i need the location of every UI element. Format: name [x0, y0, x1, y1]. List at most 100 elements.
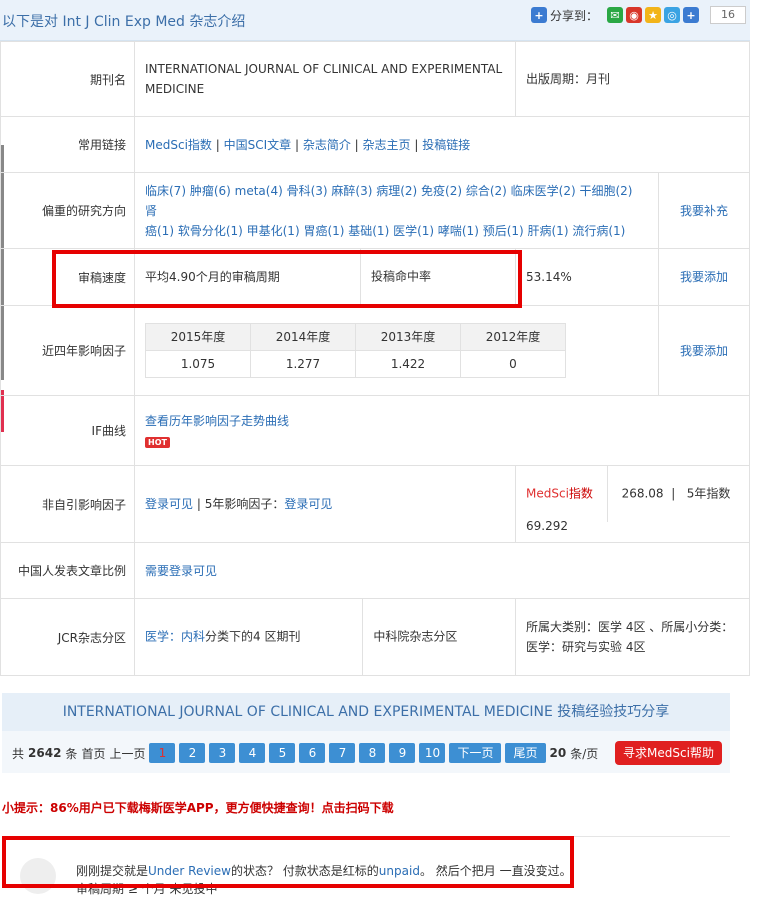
chinese-ratio-login-link[interactable]: 需要登录可见	[145, 564, 217, 578]
supplement-link-label[interactable]: 我要补充	[680, 204, 728, 218]
row-label: 近四年影响因子	[0, 305, 135, 396]
if-value: 1.422	[355, 350, 461, 378]
page-6[interactable]: 6	[299, 743, 326, 763]
page-1[interactable]: 1	[149, 743, 176, 763]
divider	[2, 836, 730, 837]
link-submission[interactable]: 投稿链接	[422, 138, 470, 152]
cas-value: 所属大类别：医学 4区 、所属小分类： 医学：研究与实验 4区	[515, 598, 750, 676]
impact-factor-row: 近四年影响因子 2015年度 2014年度 2013年度 2012年度 1.07…	[0, 305, 750, 396]
medsci-index-cell: MedSci指数 268.08 | 5年指数69.292	[515, 465, 750, 543]
add-review-link[interactable]: 我要添加	[658, 248, 750, 306]
comment-text-line2: 审稿周期 ≥ 个月 未见投中	[76, 882, 218, 896]
if-year: 2014年度	[250, 323, 356, 351]
publication-frequency: 出版周期：月刊	[515, 41, 750, 117]
cas-line2: 医学：研究与实验 4区	[526, 640, 646, 654]
login-visible-link[interactable]: 登录可见	[145, 497, 193, 511]
total-prefix: 共	[12, 746, 25, 761]
weibo-icon[interactable]: ◉	[626, 7, 642, 23]
jcr-row: JCR杂志分区 医学：内科分类下的4 区期刊 中科院杂志分区 所属大类别：医学 …	[0, 598, 750, 676]
if-year: 2012年度	[460, 323, 566, 351]
nonself-if-value: 登录可见 | 5年影响因子：登录可见	[134, 465, 516, 543]
supplement-link[interactable]: 我要补充	[658, 172, 750, 249]
row-label: 期刊名	[0, 41, 135, 117]
frequency-value: 月刊	[586, 72, 611, 86]
jcr-zone-text: 分类下的4 区期刊	[205, 629, 301, 644]
per-page-suffix: 条/页	[570, 746, 599, 761]
experience-title: INTERNATIONAL JOURNAL OF CLINICAL AND EX…	[2, 693, 730, 731]
page-8[interactable]: 8	[359, 743, 386, 763]
impact-factor-table: 2015年度 2014年度 2013年度 2012年度 1.075 1.277 …	[145, 323, 566, 378]
medsci-index-label[interactable]: MedSci指数	[526, 487, 593, 501]
link-china-sci[interactable]: 中国SCI文章	[224, 138, 292, 152]
page-2[interactable]: 2	[179, 743, 206, 763]
per-page-count: 20	[549, 746, 567, 760]
research-row: 偏重的研究方向 临床(7) 肿瘤(6) meta(4) 骨科(3) 麻醉(3) …	[0, 172, 750, 249]
impact-factor-table-cell: 2015年度 2014年度 2013年度 2012年度 1.075 1.277 …	[134, 305, 659, 396]
page-9[interactable]: 9	[389, 743, 416, 763]
medsci-help-button[interactable]: 寻求MedSci帮助	[615, 741, 722, 765]
wechat-icon[interactable]: ✉	[607, 7, 623, 23]
next-page-button[interactable]: 下一页	[449, 743, 502, 763]
login-visible-link-2[interactable]: 登录可见	[284, 497, 332, 511]
row-label: 非自引影响因子	[0, 465, 135, 543]
research-topics-line2[interactable]: 癌(1) 软骨分化(1) 甲基化(1) 胃癌(1) 基础(1) 医学(1) 哮喘…	[145, 221, 648, 241]
plus-share-icon[interactable]: +	[530, 7, 547, 23]
if-value: 1.277	[250, 350, 356, 378]
experience-section: INTERNATIONAL JOURNAL OF CLINICAL AND EX…	[2, 693, 730, 773]
journal-name-row: 期刊名 INTERNATIONAL JOURNAL OF CLINICAL AN…	[0, 41, 750, 117]
research-topics-line1[interactable]: 临床(7) 肿瘤(6) meta(4) 骨科(3) 麻醉(3) 病理(2) 免疫…	[145, 181, 648, 221]
app-download-tip[interactable]: 小提示：86%用户已下载梅斯医学APP，更方便快捷查询！点击扫码下载	[2, 799, 394, 816]
qzone-icon[interactable]: ★	[645, 7, 661, 23]
row-label: 中国人发表文章比例	[0, 542, 135, 599]
chinese-ratio-value: 需要登录可见	[134, 542, 750, 599]
if-curve-link[interactable]: 查看历年影响因子走势曲线	[145, 411, 739, 431]
page-5[interactable]: 5	[269, 743, 296, 763]
link-journal-home[interactable]: 杂志主页	[363, 138, 411, 152]
jcr-value: 医学：内科分类下的4 区期刊 中科院杂志分区	[134, 598, 516, 676]
comment-text: 刚刚提交就是Under Review的状态？ 付款状态是红标的unpaid。 然…	[76, 864, 572, 878]
page-4[interactable]: 4	[239, 743, 266, 763]
add-if-link[interactable]: 我要添加	[658, 305, 750, 396]
if-curve-row: IF曲线 查看历年影响因子走势曲线 HOT	[0, 395, 750, 466]
journal-header: 以下是对 Int J Clin Exp Med 杂志介绍 + 分享到： ✉ ◉ …	[0, 0, 750, 41]
share-bar: + 分享到： ✉ ◉ ★ ◎ + 16	[530, 6, 746, 24]
more-share-icon[interactable]: +	[683, 7, 699, 23]
pager: 共 2642 条 首页 上一页 1 2 3 4 5 6 7 8 9 10 下一页…	[12, 743, 598, 763]
add-if-link-label[interactable]: 我要添加	[680, 344, 728, 358]
cas-label: 中科院杂志分区	[373, 629, 458, 644]
page-10[interactable]: 10	[419, 743, 446, 763]
chinese-ratio-row: 中国人发表文章比例 需要登录可见	[0, 542, 750, 599]
review-period: 平均4.90个月的审稿周期	[145, 269, 280, 284]
row-label: 偏重的研究方向	[0, 172, 135, 249]
jcr-internal-link[interactable]: 内科	[181, 630, 205, 644]
total-suffix: 条	[65, 746, 78, 761]
row-label: JCR杂志分区	[0, 598, 135, 676]
journal-name-value: INTERNATIONAL JOURNAL OF CLINICAL AND EX…	[134, 41, 516, 117]
links-row: 常用链接 MedSci指数 | 中国SCI文章 | 杂志简介 | 杂志主页 | …	[0, 116, 750, 173]
page-7[interactable]: 7	[329, 743, 356, 763]
jcr-medicine-link[interactable]: 医学：	[145, 630, 181, 644]
hit-rate-label: 投稿命中率	[371, 269, 432, 284]
hot-badge: HOT	[145, 436, 170, 448]
first-page-link[interactable]: 首页	[81, 745, 105, 762]
share-label: 分享到：	[549, 8, 598, 23]
links-list: MedSci指数 | 中国SCI文章 | 杂志简介 | 杂志主页 | 投稿链接	[134, 116, 750, 173]
page-title: 以下是对 Int J Clin Exp Med 杂志介绍	[2, 14, 246, 30]
if-year: 2015年度	[145, 323, 251, 351]
row-label: 常用链接	[0, 116, 135, 173]
if-value: 1.075	[145, 350, 251, 378]
tencent-icon[interactable]: ◎	[664, 7, 680, 23]
if-year: 2013年度	[355, 323, 461, 351]
prev-page-link[interactable]: 上一页	[109, 745, 145, 762]
page-3[interactable]: 3	[209, 743, 236, 763]
total-count: 2642	[28, 746, 62, 760]
link-journal-intro[interactable]: 杂志简介	[303, 138, 351, 152]
five-year-if-label: | 5年影响因子：	[193, 497, 285, 511]
last-page-button[interactable]: 尾页	[505, 743, 546, 763]
add-review-link-label[interactable]: 我要添加	[680, 270, 728, 284]
if-curve-cell: 查看历年影响因子走势曲线 HOT	[134, 395, 750, 466]
link-medsci-index[interactable]: MedSci指数	[145, 138, 212, 152]
cas-line1: 所属大类别：医学 4区 、所属小分类：	[526, 620, 734, 634]
row-label: 审稿速度	[0, 248, 135, 306]
if-value: 0	[460, 350, 566, 378]
